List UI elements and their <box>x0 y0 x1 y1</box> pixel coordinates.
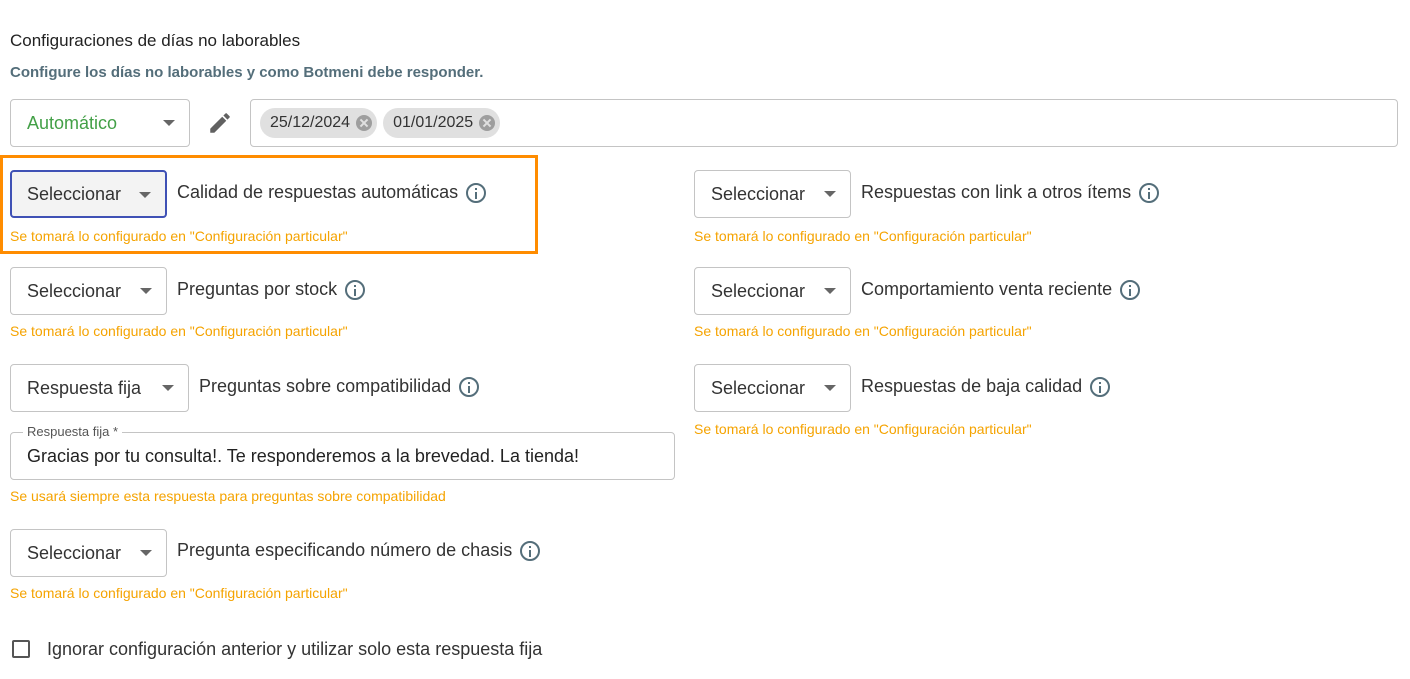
chevron-down-icon <box>162 385 174 391</box>
calidad-label: Calidad de respuestas automáticas <box>177 182 487 203</box>
venta-label-text: Comportamiento venta reciente <box>861 279 1113 299</box>
edit-icon[interactable] <box>207 110 233 136</box>
compat-label: Preguntas sobre compatibilidad <box>199 376 480 397</box>
chasis-label-text: Pregunta especificando número de chasis <box>177 540 513 560</box>
stock-label: Preguntas por stock <box>177 279 366 300</box>
section-subtitle: Configure los días no laborables y como … <box>10 64 484 81</box>
baja-select-value: Seleccionar <box>711 377 806 398</box>
info-icon[interactable] <box>1090 376 1111 397</box>
info-icon[interactable] <box>459 376 480 397</box>
ignore-config-checkbox[interactable] <box>12 640 30 658</box>
stock-label-text: Preguntas por stock <box>177 279 338 299</box>
link-label: Respuestas con link a otros ítems <box>861 182 1160 203</box>
info-icon[interactable] <box>1139 182 1160 203</box>
remove-icon[interactable] <box>479 115 496 131</box>
chevron-down-icon <box>824 385 836 391</box>
mode-select-value: Automático <box>27 112 118 133</box>
fixed-response-field[interactable]: Respuesta fija * Gracias por tu consulta… <box>10 424 675 480</box>
compat-select-value: Respuesta fija <box>27 377 142 398</box>
chevron-down-icon <box>140 288 152 294</box>
link-select-value: Seleccionar <box>711 183 806 204</box>
venta-select[interactable]: Seleccionar <box>694 267 851 315</box>
dates-input[interactable]: 25/12/2024 01/01/2025 <box>250 99 1398 147</box>
stock-select-value: Seleccionar <box>27 280 122 301</box>
baja-hint: Se tomará lo configurado en "Configuraci… <box>694 421 1032 437</box>
chasis-hint: Se tomará lo configurado en "Configuraci… <box>10 585 348 601</box>
fixed-response-label: Respuesta fija * <box>23 424 123 439</box>
link-label-text: Respuestas con link a otros ítems <box>861 182 1132 202</box>
chevron-down-icon <box>163 120 175 126</box>
calidad-select[interactable]: Seleccionar <box>10 170 167 218</box>
chevron-down-icon <box>140 550 152 556</box>
info-icon[interactable] <box>520 540 541 561</box>
baja-label: Respuestas de baja calidad <box>861 376 1111 397</box>
chevron-down-icon <box>824 191 836 197</box>
chevron-down-icon <box>824 288 836 294</box>
calidad-select-value: Seleccionar <box>27 183 122 204</box>
date-chip-label: 01/01/2025 <box>393 114 474 131</box>
link-hint: Se tomará lo configurado en "Configuraci… <box>694 228 1032 244</box>
baja-label-text: Respuestas de baja calidad <box>861 376 1083 396</box>
date-chip[interactable]: 25/12/2024 <box>260 108 378 138</box>
chasis-select-value: Seleccionar <box>27 542 122 563</box>
stock-select[interactable]: Seleccionar <box>10 267 167 315</box>
calidad-label-text: Calidad de respuestas automáticas <box>177 182 459 202</box>
info-icon[interactable] <box>345 279 366 300</box>
stock-hint: Se tomará lo configurado en "Configuraci… <box>10 323 348 339</box>
ignore-config-label[interactable]: Ignorar configuración anterior y utiliza… <box>47 639 542 660</box>
baja-select[interactable]: Seleccionar <box>694 364 851 412</box>
chasis-label: Pregunta especificando número de chasis <box>177 540 541 561</box>
compat-hint: Se usará siempre esta respuesta para pre… <box>10 488 446 504</box>
info-icon[interactable] <box>466 182 487 203</box>
mode-select[interactable]: Automático <box>10 99 190 147</box>
remove-icon[interactable] <box>356 115 373 131</box>
link-select[interactable]: Seleccionar <box>694 170 851 218</box>
date-chip-label: 25/12/2024 <box>270 114 351 131</box>
chevron-down-icon <box>139 192 151 198</box>
compat-select[interactable]: Respuesta fija <box>10 364 189 412</box>
compat-label-text: Preguntas sobre compatibilidad <box>199 376 452 396</box>
fixed-response-value[interactable]: Gracias por tu consulta!. Te responderem… <box>27 446 579 467</box>
chasis-select[interactable]: Seleccionar <box>10 529 167 577</box>
venta-hint: Se tomará lo configurado en "Configuraci… <box>694 323 1032 339</box>
venta-select-value: Seleccionar <box>711 280 806 301</box>
venta-label: Comportamiento venta reciente <box>861 279 1141 300</box>
calidad-hint: Se tomará lo configurado en "Configuraci… <box>10 228 348 244</box>
section-title: Configuraciones de días no laborables <box>10 31 301 50</box>
info-icon[interactable] <box>1120 279 1141 300</box>
date-chip[interactable]: 01/01/2025 <box>383 108 501 138</box>
